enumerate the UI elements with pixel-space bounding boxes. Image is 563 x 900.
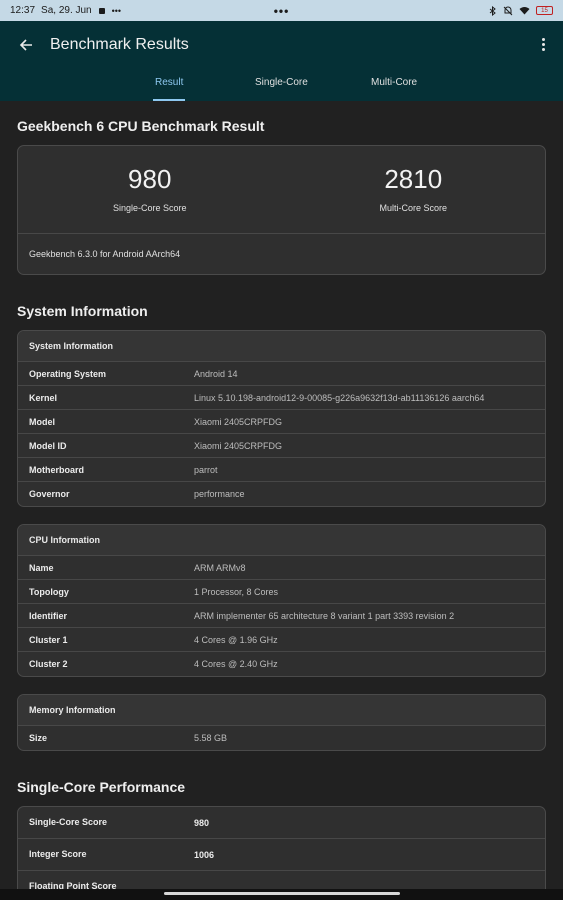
row-value: ARM ARMv8 xyxy=(194,562,246,573)
table-header: Memory Information xyxy=(18,695,545,726)
wifi-icon xyxy=(519,7,530,15)
table-header: System Information xyxy=(18,331,545,362)
single-core-score-value: 980 xyxy=(128,164,172,194)
score-card: 980 Single-Core Score 2810 Multi-Core Sc… xyxy=(17,145,546,275)
single-core-score-block: 980 Single-Core Score xyxy=(18,146,282,233)
row-key: Cluster 1 xyxy=(29,634,68,645)
row-key: Governor xyxy=(29,489,70,499)
status-bar: 12:37 Sa, 29. Jun ••• ••• 15 xyxy=(0,0,563,21)
memory-info-table: Memory Information Size 5.58 GB xyxy=(17,694,546,751)
status-right-icons: 15 xyxy=(489,5,553,16)
table-row: Integer Score 1006 xyxy=(18,839,545,871)
table-row: Operating System Android 14 xyxy=(18,362,545,386)
table-row: Motherboard parrot xyxy=(18,458,545,482)
content: Geekbench 6 CPU Benchmark Result 980 Sin… xyxy=(0,118,563,900)
row-value: performance xyxy=(194,489,245,499)
table-row: Model ID Xiaomi 2405CRPFDG xyxy=(18,434,545,458)
row-value: 4 Cores @ 1.96 GHz xyxy=(194,634,278,645)
single-core-score-label: Single-Core Score xyxy=(112,203,187,213)
home-gesture-handle[interactable] xyxy=(164,892,400,895)
single-core-perf-table: Single-Core Score 980 Integer Score 1006 F… xyxy=(17,806,546,900)
version-text: Geekbench 6.3.0 for Android AArch64 xyxy=(29,249,181,259)
multi-core-score-label: Multi-Core Score xyxy=(379,203,448,213)
table-row: Model Xiaomi 2405CRPFDG xyxy=(18,410,545,434)
row-key: Motherboard xyxy=(29,464,84,475)
more-options-icon[interactable] xyxy=(539,38,547,51)
result-title: Geekbench 6 CPU Benchmark Result xyxy=(17,118,265,134)
row-key: Integer Score xyxy=(29,849,87,859)
table-row: Kernel Linux 5.10.198-android12-9-00085-g… xyxy=(18,386,545,410)
single-core-section-title: Single-Core Performance xyxy=(17,779,186,795)
row-value: Xiaomi 2405CRPFDG xyxy=(194,416,283,427)
multi-core-score-block: 2810 Multi-Core Score xyxy=(282,146,546,233)
row-key: Topology xyxy=(29,586,69,597)
navigation-bar xyxy=(0,889,563,900)
row-key: Single-Core Score xyxy=(29,817,108,827)
table-row: Single-Core Score 980 xyxy=(18,807,545,839)
row-key: Identifier xyxy=(29,610,68,621)
row-key: Kernel xyxy=(29,392,58,403)
row-key: Operating System xyxy=(29,368,107,379)
table-row: Size 5.58 GB xyxy=(18,726,545,750)
status-time: 12:37 xyxy=(10,5,36,16)
tab-single-core[interactable]: Single-Core xyxy=(255,68,308,101)
app-bar: Benchmark Results Result Single-Core Mul… xyxy=(0,21,563,101)
row-key: Name xyxy=(29,562,54,573)
row-key: Model xyxy=(29,416,55,427)
table-row: Identifier ARM implementer 65 architectur… xyxy=(18,604,545,628)
table-row: Cluster 1 4 Cores @ 1.96 GHz xyxy=(18,628,545,652)
more-notifications-icon: ••• xyxy=(111,5,122,16)
table-header: CPU Information xyxy=(18,525,545,556)
back-arrow-icon[interactable] xyxy=(16,35,36,55)
table-row: Governor performance xyxy=(18,482,545,506)
row-value: ARM implementer 65 architecture 8 varian… xyxy=(194,610,455,621)
system-info-table: System Information Operating System Andro… xyxy=(17,330,546,507)
row-value: parrot xyxy=(194,464,218,475)
table-row: Cluster 2 4 Cores @ 2.40 GHz xyxy=(18,652,545,676)
row-value: 1006 xyxy=(194,849,215,860)
row-value: 4 Cores @ 2.40 GHz xyxy=(194,659,278,669)
status-date: Sa, 29. Jun xyxy=(41,5,92,16)
row-key: Size xyxy=(29,733,48,743)
tab-bar: Result Single-Core Multi-Core xyxy=(0,68,563,101)
row-value: 1 Processor, 8 Cores xyxy=(194,586,279,597)
notification-icon xyxy=(98,7,105,14)
row-key: Model ID xyxy=(29,440,67,451)
mute-icon xyxy=(503,6,513,15)
cpu-info-table: CPU Information Name ARM ARMv8 Topology 1 … xyxy=(17,524,546,677)
battery-icon: 15 xyxy=(536,6,553,15)
row-key: Cluster 2 xyxy=(29,659,68,669)
tab-multi-core[interactable]: Multi-Core xyxy=(371,68,417,101)
multi-core-score-value: 2810 xyxy=(384,164,443,194)
status-left-icons: ••• xyxy=(98,6,121,16)
row-value: Xiaomi 2405CRPFDG xyxy=(194,440,283,451)
row-value: Android 14 xyxy=(194,368,238,379)
system-section-title: System Information xyxy=(17,303,148,319)
status-center-dots: ••• xyxy=(273,3,290,18)
bluetooth-icon xyxy=(489,5,496,16)
table-row: Topology 1 Processor, 8 Cores xyxy=(18,580,545,604)
row-value: 980 xyxy=(194,817,210,828)
page-title: Benchmark Results xyxy=(50,35,189,53)
table-row: Name ARM ARMv8 xyxy=(18,556,545,580)
tab-result[interactable]: Result xyxy=(152,68,186,101)
row-value: 5.58 GB xyxy=(194,733,228,743)
row-value: Linux 5.10.198-android12-9-00085-g226a96… xyxy=(194,392,485,403)
